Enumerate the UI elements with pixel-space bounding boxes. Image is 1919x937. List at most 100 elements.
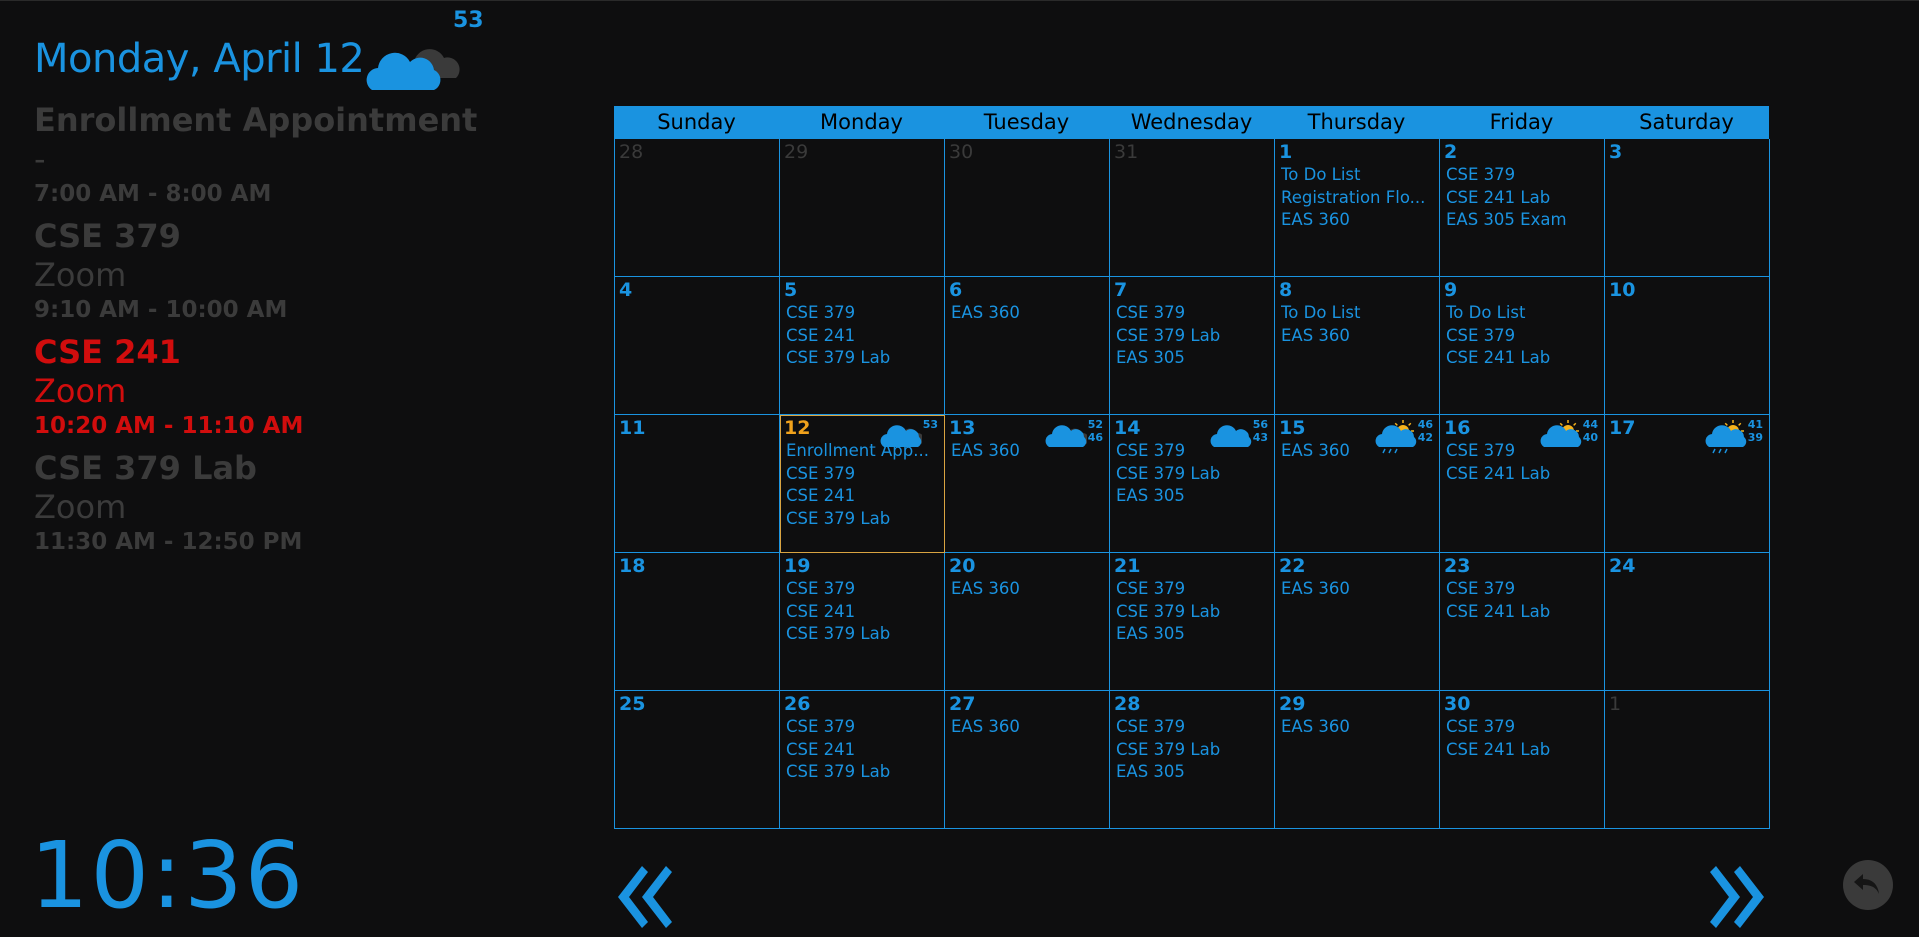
calendar-day[interactable]: 23 CSE 379 CSE 241 Lab [1440,553,1605,691]
calendar-event[interactable]: EAS 360 [951,440,1105,463]
calendar-event[interactable]: CSE 379 [786,302,940,325]
day-number: 12 [784,417,811,439]
calendar-event[interactable]: CSE 379 [1446,325,1600,348]
calendar-event[interactable]: EAS 305 [1116,761,1270,784]
calendar-day[interactable]: 1 [1605,691,1770,829]
calendar-event[interactable]: EAS 360 [1281,440,1435,463]
calendar-event[interactable]: CSE 379 Lab [786,623,940,646]
calendar-day[interactable]: 17 41 39 [1605,415,1770,553]
calendar-event[interactable]: To Do List [1446,302,1600,325]
calendar-event[interactable]: Enrollment App... [786,440,940,463]
calendar-event[interactable]: EAS 305 Exam [1446,209,1600,232]
calendar-event[interactable]: EAS 360 [951,578,1105,601]
calendar-event[interactable]: CSE 379 [1446,440,1600,463]
calendar-event[interactable]: EAS 360 [951,716,1105,739]
event-item[interactable]: Enrollment Appointment - 7:00 AM - 8:00 … [34,100,534,210]
calendar-day[interactable]: 13 52 46 EAS 360 [945,415,1110,553]
calendar-event[interactable]: CSE 379 [1116,302,1270,325]
weekday-label: Thursday [1307,110,1406,134]
back-button[interactable] [1843,860,1893,910]
calendar-event[interactable]: CSE 241 Lab [1446,601,1600,624]
day-event-list: EAS 360 [1281,578,1435,601]
calendar-event[interactable]: EAS 360 [1281,325,1435,348]
calendar-event[interactable]: CSE 379 Lab [1116,325,1270,348]
calendar-event[interactable]: EAS 360 [1281,716,1435,739]
calendar-day[interactable]: 27 EAS 360 [945,691,1110,829]
calendar-day[interactable]: 30 [945,139,1110,277]
calendar-day[interactable]: 5 CSE 379 CSE 241 CSE 379 Lab [780,277,945,415]
calendar-day[interactable]: 19 CSE 379 CSE 241 CSE 379 Lab [780,553,945,691]
calendar-event[interactable]: CSE 379 [786,716,940,739]
calendar-day[interactable]: 15 46 42 EAS 360 [1275,415,1440,553]
calendar-day[interactable]: 29 EAS 360 [1275,691,1440,829]
calendar-day[interactable]: 4 [615,277,780,415]
calendar-event[interactable]: CSE 379 Lab [1116,739,1270,762]
calendar-day[interactable]: 21 CSE 379 CSE 379 Lab EAS 305 [1110,553,1275,691]
calendar-day[interactable]: 9 To Do List CSE 379 CSE 241 Lab [1440,277,1605,415]
calendar-event[interactable]: CSE 379 Lab [1116,463,1270,486]
weekday-label: Tuesday [983,110,1070,134]
calendar-event[interactable]: CSE 241 Lab [1446,187,1600,210]
calendar-event[interactable]: Registration Flo... [1281,187,1435,210]
calendar-event[interactable]: EAS 305 [1116,623,1270,646]
calendar-day[interactable]: 6 EAS 360 [945,277,1110,415]
calendar-event[interactable]: To Do List [1281,302,1435,325]
calendar-event[interactable]: CSE 379 [786,463,940,486]
calendar-event[interactable]: EAS 360 [1281,578,1435,601]
calendar-day[interactable]: 1 To Do List Registration Flo... EAS 360 [1275,139,1440,277]
calendar-event[interactable]: CSE 241 [786,485,940,508]
calendar-day[interactable]: 18 [615,553,780,691]
event-item[interactable]: CSE 379 Zoom 9:10 AM - 10:00 AM [34,216,534,326]
calendar-event[interactable]: EAS 305 [1116,485,1270,508]
calendar-day[interactable]: 11 [615,415,780,553]
calendar-event[interactable]: CSE 241 [786,739,940,762]
calendar-day[interactable]: 28 CSE 379 CSE 379 Lab EAS 305 [1110,691,1275,829]
calendar-day[interactable]: 10 [1605,277,1770,415]
calendar-day[interactable]: 7 CSE 379 CSE 379 Lab EAS 305 [1110,277,1275,415]
day-number: 10 [1609,279,1636,301]
event-item[interactable]: CSE 241 Zoom 10:20 AM - 11:10 AM [34,332,534,442]
calendar-day[interactable]: 28 [615,139,780,277]
calendar-day[interactable]: 14 56 43 CSE 379 CSE 379 Lab EAS 305 [1110,415,1275,553]
calendar-day[interactable]: 2 CSE 379 CSE 241 Lab EAS 305 Exam [1440,139,1605,277]
calendar-event[interactable]: CSE 379 [1446,716,1600,739]
calendar-day-today[interactable]: 12 53 Enrollment App... CSE 379 CSE 241 CSE 3… [780,415,945,553]
calendar-event[interactable]: CSE 379 Lab [786,508,940,531]
previous-month-button[interactable] [614,862,674,932]
calendar-day[interactable]: 31 [1110,139,1275,277]
calendar-day[interactable]: 3 [1605,139,1770,277]
event-item[interactable]: CSE 379 Lab Zoom 11:30 AM - 12:50 PM [34,448,534,558]
calendar-event[interactable]: CSE 241 Lab [1446,463,1600,486]
day-event-list: CSE 379 CSE 241 Lab [1446,716,1600,761]
calendar-event[interactable]: CSE 241 [786,325,940,348]
calendar-event[interactable]: CSE 241 Lab [1446,739,1600,762]
calendar-event[interactable]: CSE 379 [1446,578,1600,601]
event-location: - [34,140,46,178]
next-month-button[interactable] [1708,862,1768,932]
calendar-day[interactable]: 22 EAS 360 [1275,553,1440,691]
calendar-day[interactable]: 25 [615,691,780,829]
calendar-day[interactable]: 8 To Do List EAS 360 [1275,277,1440,415]
day-event-list: To Do List CSE 379 CSE 241 Lab [1446,302,1600,370]
calendar-event[interactable]: CSE 379 [1446,164,1600,187]
calendar-day[interactable]: 16 44 40 CSE 379 CSE 241 Lab [1440,415,1605,553]
calendar-day[interactable]: 20 EAS 360 [945,553,1110,691]
calendar-event[interactable]: CSE 241 Lab [1446,347,1600,370]
calendar-event[interactable]: CSE 379 [1116,716,1270,739]
calendar-event[interactable]: CSE 379 [786,578,940,601]
calendar-day[interactable]: 30 CSE 379 CSE 241 Lab [1440,691,1605,829]
calendar-event[interactable]: EAS 360 [1281,209,1435,232]
calendar-event[interactable]: CSE 379 [1116,578,1270,601]
calendar-day[interactable]: 26 CSE 379 CSE 241 CSE 379 Lab [780,691,945,829]
calendar-event[interactable]: CSE 241 [786,601,940,624]
calendar-event[interactable]: CSE 379 Lab [786,347,940,370]
calendar-event[interactable]: EAS 360 [951,302,1105,325]
calendar-event[interactable]: EAS 305 [1116,347,1270,370]
calendar-event[interactable]: CSE 379 Lab [786,761,940,784]
calendar-day[interactable]: 29 [780,139,945,277]
calendar-event[interactable]: To Do List [1281,164,1435,187]
calendar-day[interactable]: 24 [1605,553,1770,691]
calendar-event[interactable]: CSE 379 [1116,440,1270,463]
day-number: 18 [619,555,646,577]
calendar-event[interactable]: CSE 379 Lab [1116,601,1270,624]
